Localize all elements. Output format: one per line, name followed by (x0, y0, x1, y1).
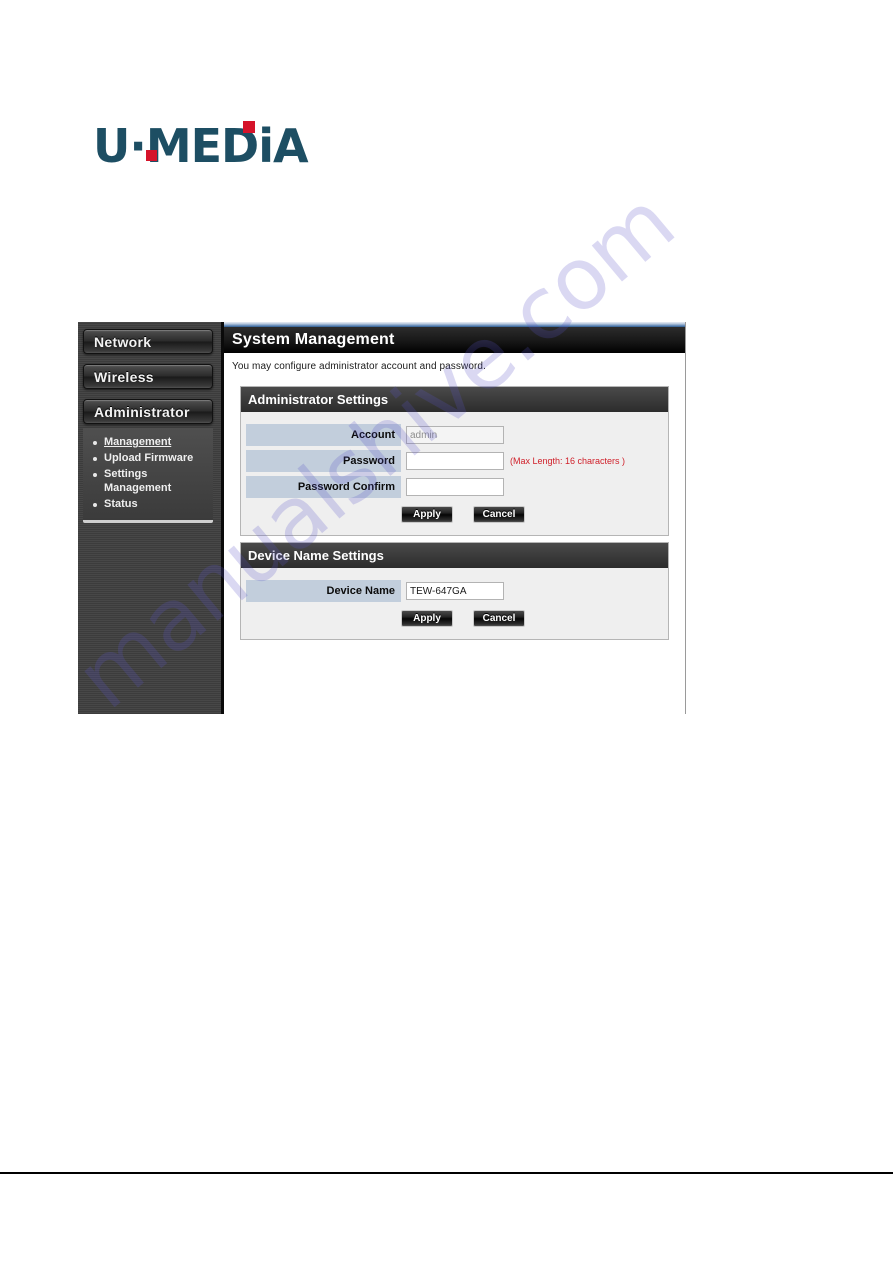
admin-cancel-button[interactable]: Cancel (473, 506, 525, 523)
sidebar-item-network-label: Network (94, 333, 152, 350)
logo-wordmark: U·MEDiA (93, 118, 309, 174)
administrator-submenu: Management Upload Firmware Settings Mana… (83, 428, 213, 523)
sidebar-item-administrator-label: Administrator (94, 403, 190, 420)
page-description: You may configure administrator account … (232, 361, 486, 372)
administrator-settings-card: Administrator Settings Account Password … (240, 386, 669, 536)
bullet-icon (93, 473, 97, 477)
submenu-item-settings-management-label: Settings Management (104, 468, 172, 494)
sidebar: Network Wireless Administrator Managemen… (78, 322, 224, 714)
logo-text: U·MEDiA (93, 119, 309, 173)
password-confirm-input[interactable] (406, 478, 504, 496)
device-name-settings-buttons: Apply Cancel (401, 610, 668, 627)
logo-accent-square-icon (243, 121, 255, 133)
device-name-settings-card: Device Name Settings Device Name Apply C… (240, 542, 669, 640)
bullet-icon (93, 457, 97, 461)
submenu-item-management[interactable]: Management (83, 434, 213, 450)
device-name-settings-heading: Device Name Settings (241, 543, 668, 568)
bullet-icon (93, 441, 97, 445)
sidebar-item-wireless-label: Wireless (94, 368, 154, 385)
sidebar-item-network[interactable]: Network (83, 329, 213, 354)
sidebar-item-wireless[interactable]: Wireless (83, 364, 213, 389)
device-apply-button[interactable]: Apply (401, 610, 453, 627)
submenu-item-status[interactable]: Status (83, 496, 213, 512)
administrator-settings-heading: Administrator Settings (241, 387, 668, 412)
umedia-logo: U·MEDiA (93, 118, 309, 174)
device-cancel-button[interactable]: Cancel (473, 610, 525, 627)
administrator-settings-buttons: Apply Cancel (401, 506, 668, 523)
sidebar-item-administrator[interactable]: Administrator (83, 399, 213, 424)
password-label: Password (246, 450, 401, 472)
admin-apply-button[interactable]: Apply (401, 506, 453, 523)
logo-accent-dot-icon (146, 150, 157, 161)
account-input (406, 426, 504, 444)
account-label: Account (246, 424, 401, 446)
field-row-device-name: Device Name (241, 580, 668, 602)
password-max-length-hint: (Max Length: 16 characters ) (510, 456, 626, 466)
page-title: System Management (224, 327, 685, 353)
submenu-item-upload-firmware-label: Upload Firmware (104, 452, 194, 464)
device-name-label: Device Name (246, 580, 401, 602)
page-footer-rule (0, 1172, 893, 1174)
submenu-item-status-label: Status (104, 498, 138, 510)
submenu-item-management-label: Management (104, 436, 172, 448)
main-content: System Management You may configure admi… (224, 322, 686, 714)
field-row-account: Account (241, 424, 668, 446)
field-row-password-confirm: Password Confirm (241, 476, 668, 498)
bullet-icon (93, 503, 97, 507)
field-row-password: Password (Max Length: 16 characters ) (241, 450, 668, 472)
device-name-settings-body: Device Name Apply Cancel (241, 568, 668, 639)
device-name-input[interactable] (406, 582, 504, 600)
administrator-settings-body: Account Password (Max Length: 16 charact… (241, 412, 668, 535)
submenu-item-settings-management[interactable]: Settings Management (83, 466, 213, 496)
password-confirm-label: Password Confirm (246, 476, 401, 498)
router-admin-screenshot: Network Wireless Administrator Managemen… (78, 322, 686, 714)
submenu-item-upload-firmware[interactable]: Upload Firmware (83, 450, 213, 466)
password-input[interactable] (406, 452, 504, 470)
